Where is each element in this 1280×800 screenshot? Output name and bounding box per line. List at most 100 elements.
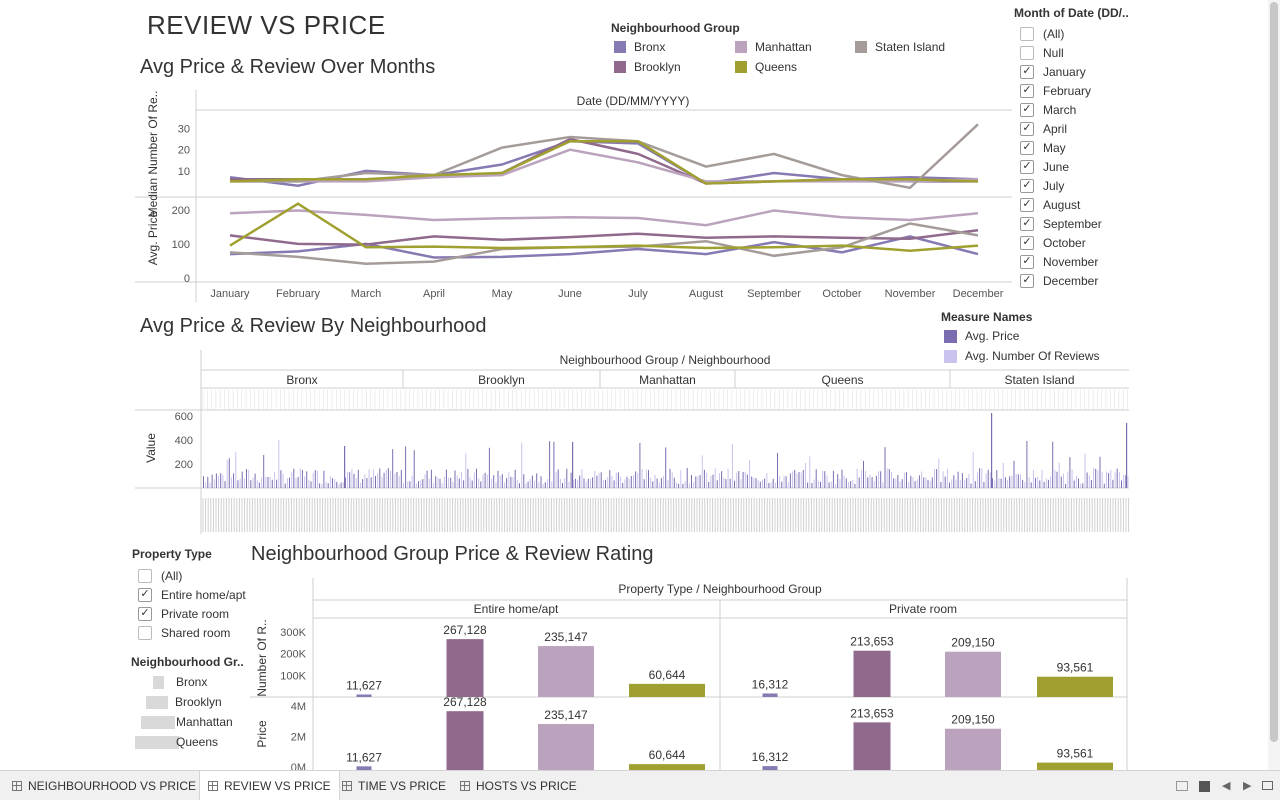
tab-review-vs-price[interactable]: REVIEW VS PRICE <box>199 771 340 800</box>
chart2-bar <box>579 475 581 488</box>
chart2-bar <box>845 478 847 488</box>
nh-legend-bronx[interactable]: Bronx <box>150 675 207 689</box>
checkbox-checked[interactable]: ✓ <box>138 606 152 621</box>
month-filter-option[interactable]: (All) <box>1020 24 1102 43</box>
grid-view-icon[interactable] <box>1176 781 1188 791</box>
checkbox-checked[interactable]: ✓ <box>1020 64 1034 79</box>
chart2-bar <box>370 477 372 488</box>
chart3-title: Neighbourhood Group Price & Review Ratin… <box>251 543 654 565</box>
chart2-bar <box>544 482 546 488</box>
checkbox-checked[interactable]: ✓ <box>1020 140 1034 155</box>
single-view-icon[interactable] <box>1199 781 1210 792</box>
chart2-bar <box>301 470 303 488</box>
chart2-bar <box>508 471 510 488</box>
property-filter-option[interactable]: (All) <box>138 566 246 585</box>
checkbox-unchecked[interactable] <box>1020 45 1034 60</box>
month-filter-option[interactable]: ✓ October <box>1020 233 1102 252</box>
checkbox-checked[interactable]: ✓ <box>1020 83 1034 98</box>
property-filter-option[interactable]: Shared room <box>138 623 246 642</box>
chart2-bar <box>224 481 226 488</box>
nh-legend-queens[interactable]: Queens <box>135 735 218 749</box>
checkbox-checked[interactable]: ✓ <box>1020 254 1034 269</box>
chart2-bar <box>205 482 207 488</box>
property-filter-option[interactable]: ✓ Entire home/apt <box>138 585 246 604</box>
month-filter-option[interactable]: ✓ July <box>1020 176 1102 195</box>
chart2-bar <box>822 470 824 488</box>
chart2-bar <box>463 480 465 488</box>
chart2-bar <box>654 474 656 488</box>
checkbox-unchecked[interactable] <box>1020 26 1034 41</box>
chart2-bar <box>671 472 673 488</box>
legend-brooklyn[interactable]: Brooklyn <box>614 60 681 74</box>
tab-neighbourhood-vs-price[interactable]: NEIGHBOURHOOD VS PRICE <box>4 771 204 800</box>
month-filter-option[interactable]: ✓ February <box>1020 81 1102 100</box>
month-filter-option[interactable]: ✓ March <box>1020 100 1102 119</box>
chart2-bar <box>637 472 639 488</box>
chart2-bar <box>594 470 596 488</box>
month-filter-option[interactable]: ✓ April <box>1020 119 1102 138</box>
chart2-bar <box>863 460 864 488</box>
nh-group-legend-title: Neighbourhood Gr.. <box>131 655 244 669</box>
next-sheet-icon[interactable]: ▶ <box>1243 779 1251 792</box>
month-filter-option[interactable]: Null <box>1020 43 1102 62</box>
chart2-bar <box>841 469 843 488</box>
month-filter-option[interactable]: ✓ January <box>1020 62 1102 81</box>
chart2-bar <box>366 478 368 488</box>
month-filter-option[interactable]: ✓ December <box>1020 271 1102 290</box>
tab-time-vs-price[interactable]: TIME VS PRICE <box>334 771 454 800</box>
checkbox-unchecked[interactable] <box>138 568 152 583</box>
chart2-bar <box>1127 476 1129 488</box>
checkbox-checked[interactable]: ✓ <box>1020 235 1034 250</box>
checkbox-checked[interactable]: ✓ <box>1020 273 1034 288</box>
chart2-bar <box>233 473 235 488</box>
scrollbar-thumb[interactable] <box>1270 2 1278 742</box>
chart2-bar <box>514 469 516 488</box>
chart2-bar <box>686 468 688 488</box>
tab-hosts-vs-price[interactable]: HOSTS VS PRICE <box>452 771 585 800</box>
property-filter-option[interactable]: ✓ Private room <box>138 604 246 623</box>
legend-queens[interactable]: Queens <box>735 60 797 74</box>
month-filter-option[interactable]: ✓ June <box>1020 157 1102 176</box>
chart2-bar <box>1050 476 1052 488</box>
chart2-bar <box>448 477 450 488</box>
chart2-bar <box>953 475 955 488</box>
checkbox-checked[interactable]: ✓ <box>1020 178 1034 193</box>
chart3-price-bar-manhattan <box>538 723 594 770</box>
legend-avg-price[interactable]: Avg. Price <box>944 329 1019 343</box>
nh-bar-bronx <box>153 675 164 689</box>
chart2-bar <box>798 472 800 488</box>
chart2-bar <box>1030 482 1032 488</box>
month-filter-option[interactable]: ✓ September <box>1020 214 1102 233</box>
checkbox-checked[interactable]: ✓ <box>1020 121 1034 136</box>
checkbox-unchecked[interactable] <box>138 625 152 640</box>
chart2-tick: 600 <box>175 411 193 423</box>
chart2-bar <box>282 473 284 488</box>
legend-avg-reviews[interactable]: Avg. Number Of Reviews <box>944 349 1100 363</box>
chart3-price-bar-manhattan <box>945 728 1001 770</box>
legend-bronx[interactable]: Bronx <box>614 40 665 54</box>
chart2-bar <box>577 479 579 488</box>
legend-manhattan[interactable]: Manhattan <box>735 40 812 54</box>
chart2-bar <box>583 478 585 488</box>
chart2-bar <box>428 478 430 488</box>
prev-sheet-icon[interactable]: ◀ <box>1222 779 1230 792</box>
chart2-bar <box>321 483 323 488</box>
swatch-bronx <box>614 41 626 53</box>
chart2-bar <box>781 481 783 488</box>
chart2-header: Neighbourhood Group / Neighbourhood <box>560 353 771 367</box>
month-filter-option[interactable]: ✓ August <box>1020 195 1102 214</box>
checkbox-checked[interactable]: ✓ <box>1020 216 1034 231</box>
presentation-icon[interactable] <box>1262 781 1273 790</box>
nh-legend-manhattan[interactable]: Manhattan <box>141 715 233 729</box>
month-filter-option[interactable]: ✓ November <box>1020 252 1102 271</box>
nh-legend-brooklyn[interactable]: Brooklyn <box>146 695 222 709</box>
chart2-bar <box>306 471 308 488</box>
legend-staten-island[interactable]: Staten Island <box>855 40 945 54</box>
checkbox-checked[interactable]: ✓ <box>1020 159 1034 174</box>
checkbox-checked[interactable]: ✓ <box>1020 197 1034 212</box>
checkbox-checked[interactable]: ✓ <box>1020 102 1034 117</box>
checkbox-checked[interactable]: ✓ <box>138 587 152 602</box>
chart3-review-label: 60,644 <box>649 668 686 682</box>
month-filter-option[interactable]: ✓ May <box>1020 138 1102 157</box>
chart2-bar <box>596 475 598 488</box>
